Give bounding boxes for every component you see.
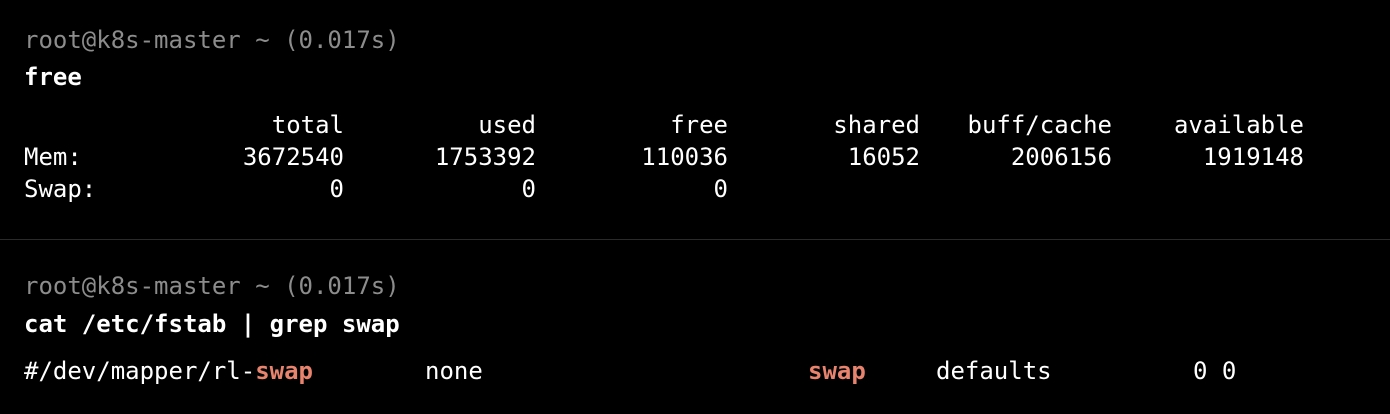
fstab-output-line: #/dev/mapper/rl-swap none swap defaults … — [0, 355, 1390, 387]
swap-total: 0 — [329, 175, 344, 203]
free-mem-row: Mem: 3672540 1753392 110036 16052 200615… — [0, 141, 1390, 173]
mem-shared: 16052 — [847, 143, 920, 171]
row-label-mem: Mem: — [24, 143, 82, 171]
header-available: available — [1173, 111, 1304, 139]
swap-used: 0 — [521, 175, 536, 203]
grep-match-highlight: swap — [255, 357, 313, 385]
mem-used: 1753392 — [434, 143, 536, 171]
mem-total: 3672540 — [242, 143, 344, 171]
prompt-line: root@k8s-master ~ (0.017s) — [24, 26, 400, 54]
mem-buff-cache: 2006156 — [1010, 143, 1112, 171]
terminal-block-free[interactable]: root@k8s-master ~ (0.017s) free total us… — [0, 0, 1390, 239]
fstab-mount-point: none — [425, 357, 483, 385]
fstab-options: defaults — [936, 357, 1052, 385]
row-label-swap: Swap: — [24, 175, 97, 203]
command-line: free — [24, 63, 82, 91]
header-used: used — [478, 111, 536, 139]
swap-free: 0 — [713, 175, 728, 203]
fstab-device: #/dev/mapper/rl-swap — [24, 355, 313, 387]
free-swap-row: Swap: 0 0 0 — [0, 173, 1390, 205]
mem-available: 1919148 — [1202, 143, 1304, 171]
terminal-block-fstab[interactable]: root@k8s-master ~ (0.017s) cat /etc/fsta… — [0, 240, 1390, 414]
free-header-row: total used free shared buff/cache availa… — [0, 109, 1390, 141]
header-free: free — [670, 111, 728, 139]
prompt-line: root@k8s-master ~ (0.017s) — [24, 272, 400, 300]
device-prefix: #/dev/mapper/rl- — [24, 357, 256, 385]
mem-free: 110036 — [641, 143, 728, 171]
header-buff-cache: buff/cache — [967, 111, 1113, 139]
header-shared: shared — [833, 111, 920, 139]
command-line: cat /etc/fstab | grep swap — [24, 310, 400, 338]
fstab-type-match-highlight: swap — [808, 357, 866, 385]
fstab-dump-pass: 0 0 — [1193, 357, 1237, 385]
header-total: total — [271, 111, 344, 139]
